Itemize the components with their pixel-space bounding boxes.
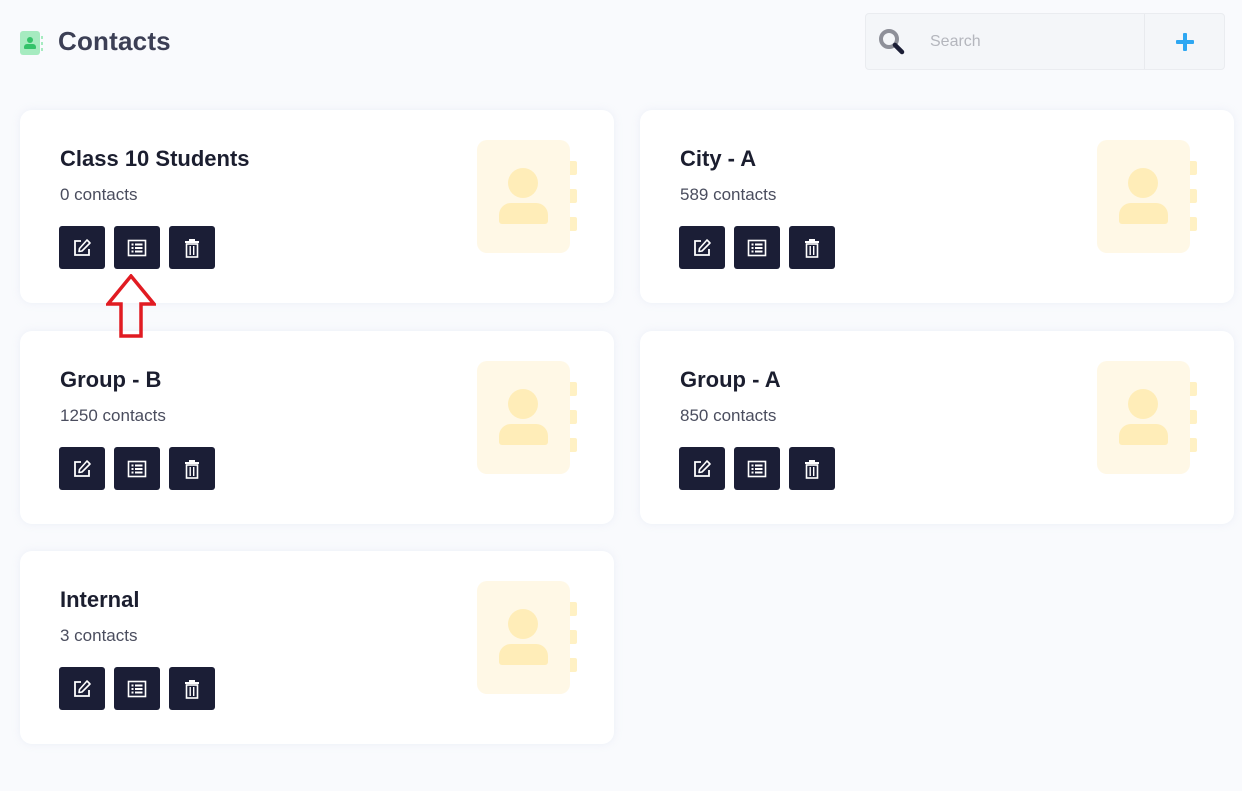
address-book-icon	[1097, 361, 1199, 475]
card-actions	[679, 226, 835, 269]
page-header: Contacts	[20, 26, 171, 57]
contact-list-card: Group - B 1250 contacts	[20, 331, 614, 524]
edit-button[interactable]	[679, 447, 725, 490]
list-icon	[747, 460, 767, 478]
edit-icon	[692, 238, 712, 258]
card-actions	[59, 447, 215, 490]
card-actions	[679, 447, 835, 490]
edit-button[interactable]	[679, 226, 725, 269]
red-arrow-annotation	[106, 274, 156, 338]
contact-count: 589 contacts	[680, 185, 777, 204]
contact-list-card: Internal 3 contacts	[20, 551, 614, 744]
address-book-icon	[1097, 140, 1199, 254]
view-list-button[interactable]	[114, 667, 160, 710]
delete-button[interactable]	[169, 226, 215, 269]
address-book-icon	[477, 361, 579, 475]
contact-count: 3 contacts	[60, 626, 138, 645]
delete-button[interactable]	[789, 226, 835, 269]
search-icon[interactable]	[866, 14, 918, 69]
list-icon	[127, 239, 147, 257]
contact-list-name: City - A	[680, 146, 757, 171]
edit-icon	[692, 459, 712, 479]
search-input[interactable]	[918, 14, 1144, 69]
page-title: Contacts	[58, 26, 171, 56]
card-actions	[59, 667, 215, 710]
search-bar	[865, 13, 1225, 70]
list-icon	[747, 239, 767, 257]
trash-icon	[803, 459, 821, 479]
plus-icon	[1175, 32, 1194, 51]
contact-count: 850 contacts	[680, 406, 777, 425]
trash-icon	[183, 238, 201, 258]
contact-list-name: Internal	[60, 587, 140, 612]
view-list-button[interactable]	[734, 447, 780, 490]
edit-icon	[72, 238, 92, 258]
address-book-icon	[20, 29, 43, 55]
delete-button[interactable]	[789, 447, 835, 490]
address-book-icon	[477, 581, 579, 695]
edit-button[interactable]	[59, 447, 105, 490]
list-icon	[127, 460, 147, 478]
contact-count: 0 contacts	[60, 185, 138, 204]
view-list-button[interactable]	[114, 447, 160, 490]
view-list-button[interactable]	[734, 226, 780, 269]
contact-list-card: Group - A 850 contacts	[640, 331, 1234, 524]
contact-list-name: Class 10 Students	[60, 146, 250, 171]
contact-list-name: Group - B	[60, 367, 162, 392]
card-actions	[59, 226, 215, 269]
address-book-icon	[477, 140, 579, 254]
view-list-button[interactable]	[114, 226, 160, 269]
trash-icon	[183, 459, 201, 479]
list-icon	[127, 680, 147, 698]
contact-list-card: City - A 589 contacts	[640, 110, 1234, 303]
edit-icon	[72, 459, 92, 479]
edit-icon	[72, 679, 92, 699]
edit-button[interactable]	[59, 226, 105, 269]
delete-button[interactable]	[169, 667, 215, 710]
add-contact-list-button[interactable]	[1144, 14, 1224, 69]
edit-button[interactable]	[59, 667, 105, 710]
contact-list-name: Group - A	[680, 367, 781, 392]
trash-icon	[183, 679, 201, 699]
contact-count: 1250 contacts	[60, 406, 166, 425]
trash-icon	[803, 238, 821, 258]
delete-button[interactable]	[169, 447, 215, 490]
